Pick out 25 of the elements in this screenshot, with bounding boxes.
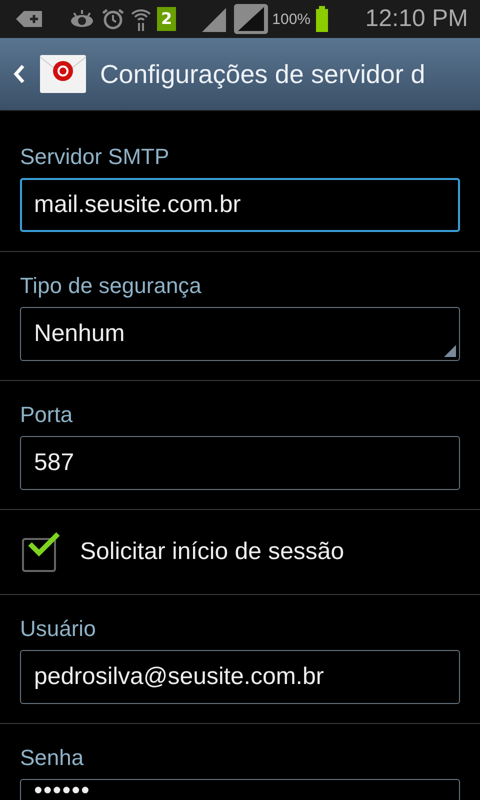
battery-icon [316, 6, 328, 32]
checkbox[interactable] [22, 532, 62, 572]
eye-icon [68, 9, 96, 29]
dropdown[interactable]: Nenhum [20, 307, 460, 361]
clock-time: 12:10 PM [365, 5, 468, 33]
back-icon[interactable] [12, 63, 26, 85]
password-field[interactable]: •••••• [20, 779, 460, 800]
screen-title: Configurações de servidor d [100, 58, 426, 90]
checkbox-label: Solicitar início de sessão [80, 538, 344, 566]
dropdown-corner-icon [444, 345, 456, 357]
input-field[interactable]: mail.seusite.com.br [20, 178, 460, 232]
alarm-clock-icon [101, 8, 125, 30]
field-label: Tipo de segurança [20, 273, 202, 299]
field-label: Senha [20, 745, 85, 771]
add-notification-icon [16, 9, 44, 29]
input-field[interactable]: pedrosilva@seusite.com.br [20, 650, 460, 704]
signal-icon [200, 6, 228, 32]
input-field[interactable]: 587 [20, 436, 460, 490]
sim-badge: 2 [157, 7, 176, 31]
field-label: Servidor SMTP [20, 144, 170, 170]
email-envelope-icon [40, 55, 86, 93]
field-label: Porta [20, 402, 74, 428]
field-label: Usuário [20, 616, 97, 642]
battery-percentage: 100% [272, 10, 311, 28]
signal-icon [233, 3, 270, 35]
